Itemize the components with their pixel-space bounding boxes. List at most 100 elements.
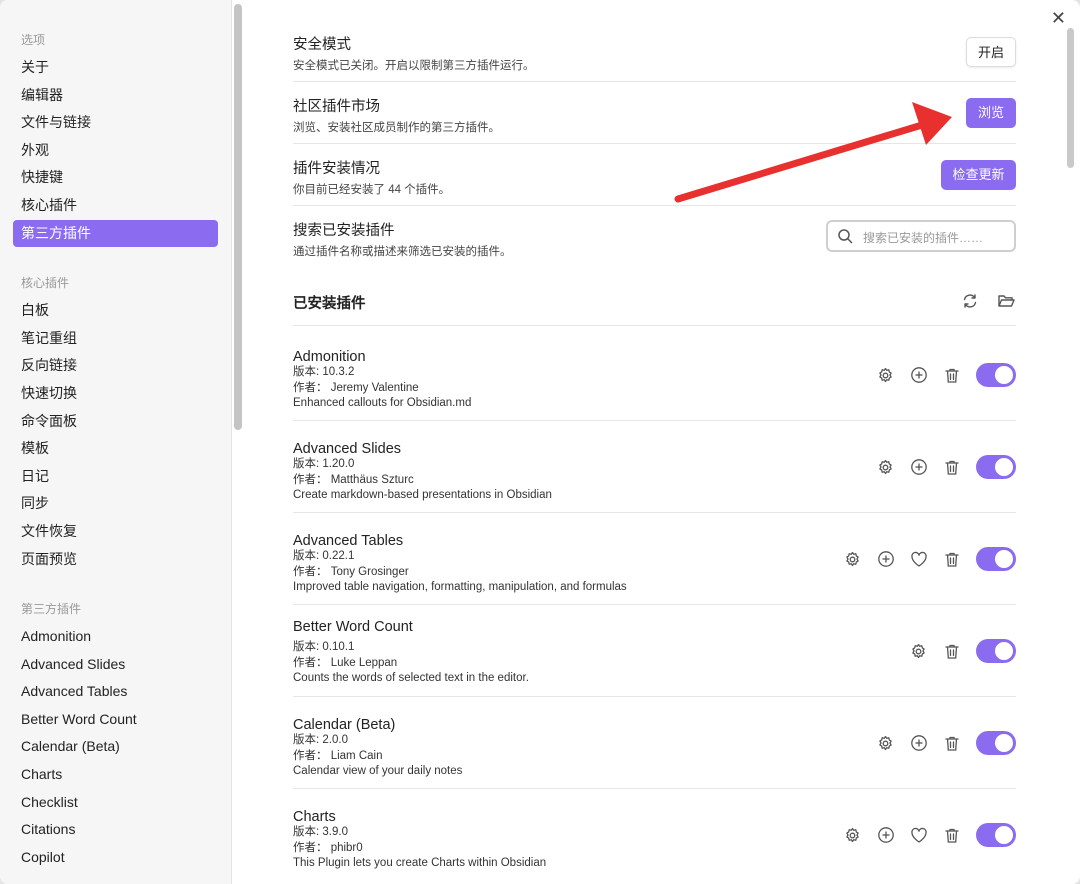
sidebar-group-options: 选项 xyxy=(21,33,46,47)
gear-icon[interactable] xyxy=(869,735,902,752)
sidebar-item-editor[interactable]: 编辑器 xyxy=(13,82,218,110)
sidebar-item-charts[interactable]: Charts xyxy=(13,761,218,789)
section-title: 已安装插件 xyxy=(293,296,366,312)
plugin-name: Admonition xyxy=(293,349,366,365)
sidebar-scrollbar[interactable] xyxy=(234,4,242,430)
plugin-version: 版本: 0.10.1 xyxy=(293,641,355,653)
setting-title: 社区插件市场 xyxy=(293,99,380,115)
plugin-row-advanced-slides: Advanced Slides 版本: 1.20.0 作者： Matthäus … xyxy=(293,421,1016,513)
plugin-row-advanced-tables: Advanced Tables 版本: 0.22.1 作者： Tony Gros… xyxy=(293,513,1016,605)
close-icon[interactable]: ✕ xyxy=(1051,8,1066,28)
sidebar-item-templates[interactable]: 模板 xyxy=(13,435,218,463)
sidebar-item-calendar[interactable]: Calendar (Beta) xyxy=(13,733,218,761)
sidebar-item-page-preview[interactable]: 页面预览 xyxy=(13,546,218,574)
sidebar-item-advanced-slides[interactable]: Advanced Slides xyxy=(13,651,218,679)
plugin-name: Better Word Count xyxy=(293,619,413,635)
search-icon xyxy=(837,228,853,244)
turn-on-safe-mode-button[interactable]: 开启 xyxy=(966,37,1016,67)
plugin-author: 作者： Liam Cain xyxy=(293,749,383,762)
trash-icon[interactable] xyxy=(935,643,968,660)
plugin-name: Advanced Slides xyxy=(293,441,402,457)
plugin-author: 作者： Tony Grosinger xyxy=(293,565,409,578)
sidebar-item-better-word-count[interactable]: Better Word Count xyxy=(13,706,218,734)
plugin-enabled-toggle[interactable] xyxy=(976,363,1016,387)
heart-icon[interactable] xyxy=(902,827,935,844)
sidebar-item-about[interactable]: 关于 xyxy=(13,54,218,82)
heart-icon[interactable] xyxy=(902,551,935,568)
plugin-name: Advanced Tables xyxy=(293,533,404,549)
plugin-name: Charts xyxy=(293,809,336,825)
plugin-enabled-toggle[interactable] xyxy=(976,731,1016,755)
sidebar-item-core-plugins[interactable]: 核心插件 xyxy=(13,192,218,220)
plugin-row-admonition: Admonition 版本: 10.3.2 作者： Jeremy Valenti… xyxy=(293,329,1016,421)
plugin-version: 版本: 10.3.2 xyxy=(293,366,355,378)
setting-description: 通过插件名称或描述来筛选已安装的插件。 xyxy=(293,246,512,258)
sidebar-item-note-composer[interactable]: 笔记重组 xyxy=(13,325,218,353)
plugin-row-calendar: Calendar (Beta) 版本: 2.0.0 作者： Liam Cain … xyxy=(293,697,1016,789)
sidebar-item-community-plugins[interactable]: 第三方插件 xyxy=(13,219,218,248)
plugin-description: Improved table navigation, formatting, m… xyxy=(293,581,627,593)
sidebar-item-command-palette[interactable]: 命令面板 xyxy=(13,408,218,436)
plugin-version: 版本: 3.9.0 xyxy=(293,826,348,838)
gear-icon[interactable] xyxy=(902,643,935,660)
setting-description: 你目前已经安装了 44 个插件。 xyxy=(293,184,451,196)
sidebar-group-core: 核心插件 xyxy=(21,276,70,291)
plugin-description: Calendar view of your daily notes xyxy=(293,765,463,777)
trash-icon[interactable] xyxy=(935,827,968,844)
sidebar-item-sync[interactable]: 同步 xyxy=(13,490,218,518)
trash-icon[interactable] xyxy=(935,459,968,476)
sidebar-item-advanced-tables[interactable]: Advanced Tables xyxy=(13,678,218,706)
setting-description: 安全模式已关闭。开启以限制第三方插件运行。 xyxy=(293,60,535,72)
trash-icon[interactable] xyxy=(935,367,968,384)
sidebar-item-canvas[interactable]: 白板 xyxy=(13,297,218,325)
plus-circle-icon[interactable] xyxy=(902,366,935,384)
plugin-description: Enhanced callouts for Obsidian.md xyxy=(293,397,472,409)
setting-installed-count: 插件安装情况 你目前已经安装了 44 个插件。 检查更新 xyxy=(293,144,1016,206)
gear-icon[interactable] xyxy=(869,459,902,476)
sidebar-item-copilot[interactable]: Copilot xyxy=(13,844,218,872)
folder-open-icon[interactable] xyxy=(997,292,1016,310)
sidebar-item-citations[interactable]: Citations xyxy=(13,816,218,844)
setting-title: 安全模式 xyxy=(293,37,351,53)
plus-circle-icon[interactable] xyxy=(902,458,935,476)
plugin-description: This Plugin lets you create Charts withi… xyxy=(293,857,547,869)
sidebar-item-files-links[interactable]: 文件与链接 xyxy=(13,109,218,137)
settings-content: 安全模式 安全模式已关闭。开启以限制第三方插件运行。 开启 社区插件市场 浏览、… xyxy=(248,0,1080,884)
plugin-row-charts: Charts 版本: 3.9.0 作者： phibr0 This Plugin … xyxy=(293,789,1016,881)
trash-icon[interactable] xyxy=(935,735,968,752)
trash-icon[interactable] xyxy=(935,551,968,568)
plugin-version: 版本: 0.22.1 xyxy=(293,550,355,562)
plugin-enabled-toggle[interactable] xyxy=(976,823,1016,847)
browse-plugins-button[interactable]: 浏览 xyxy=(966,98,1016,128)
plugin-author: 作者： Jeremy Valentine xyxy=(293,381,419,394)
check-updates-button[interactable]: 检查更新 xyxy=(941,160,1016,190)
plugin-enabled-toggle[interactable] xyxy=(976,639,1016,663)
sidebar-item-hotkeys[interactable]: 快捷键 xyxy=(13,164,218,192)
refresh-icon[interactable] xyxy=(961,292,979,310)
plus-circle-icon[interactable] xyxy=(869,550,902,568)
sidebar-item-backlinks[interactable]: 反向链接 xyxy=(13,352,218,380)
plugin-enabled-toggle[interactable] xyxy=(976,547,1016,571)
sidebar-item-quick-switcher[interactable]: 快速切换 xyxy=(13,380,218,408)
plugin-version: 版本: 1.20.0 xyxy=(293,458,355,470)
plus-circle-icon[interactable] xyxy=(869,826,902,844)
search-placeholder: 搜索已安装的插件…… xyxy=(863,231,984,245)
sidebar-item-checklist[interactable]: Checklist xyxy=(13,789,218,817)
plus-circle-icon[interactable] xyxy=(902,734,935,752)
settings-window: 选项 关于 编辑器 文件与链接 外观 快捷键 核心插件 第三方插件 核心插件 白… xyxy=(0,0,1080,884)
sidebar-item-admonition[interactable]: Admonition xyxy=(13,623,218,651)
sidebar-group-third-party: 第三方插件 xyxy=(21,602,82,617)
sidebar-item-file-recovery[interactable]: 文件恢复 xyxy=(13,518,218,546)
gear-icon[interactable] xyxy=(836,827,869,844)
sidebar-item-appearance[interactable]: 外观 xyxy=(13,137,218,165)
content-scrollbar[interactable] xyxy=(1067,28,1074,168)
setting-title: 插件安装情况 xyxy=(293,161,380,177)
gear-icon[interactable] xyxy=(836,551,869,568)
sidebar-item-daily-notes[interactable]: 日记 xyxy=(13,463,218,491)
gear-icon[interactable] xyxy=(869,367,902,384)
setting-community-market: 社区插件市场 浏览、安装社区成员制作的第三方插件。 浏览 xyxy=(293,82,1016,144)
plugin-version: 版本: 2.0.0 xyxy=(293,734,348,746)
plugin-author: 作者： Luke Leppan xyxy=(293,656,398,669)
search-installed-input[interactable]: 搜索已安装的插件…… xyxy=(826,220,1016,252)
plugin-enabled-toggle[interactable] xyxy=(976,455,1016,479)
